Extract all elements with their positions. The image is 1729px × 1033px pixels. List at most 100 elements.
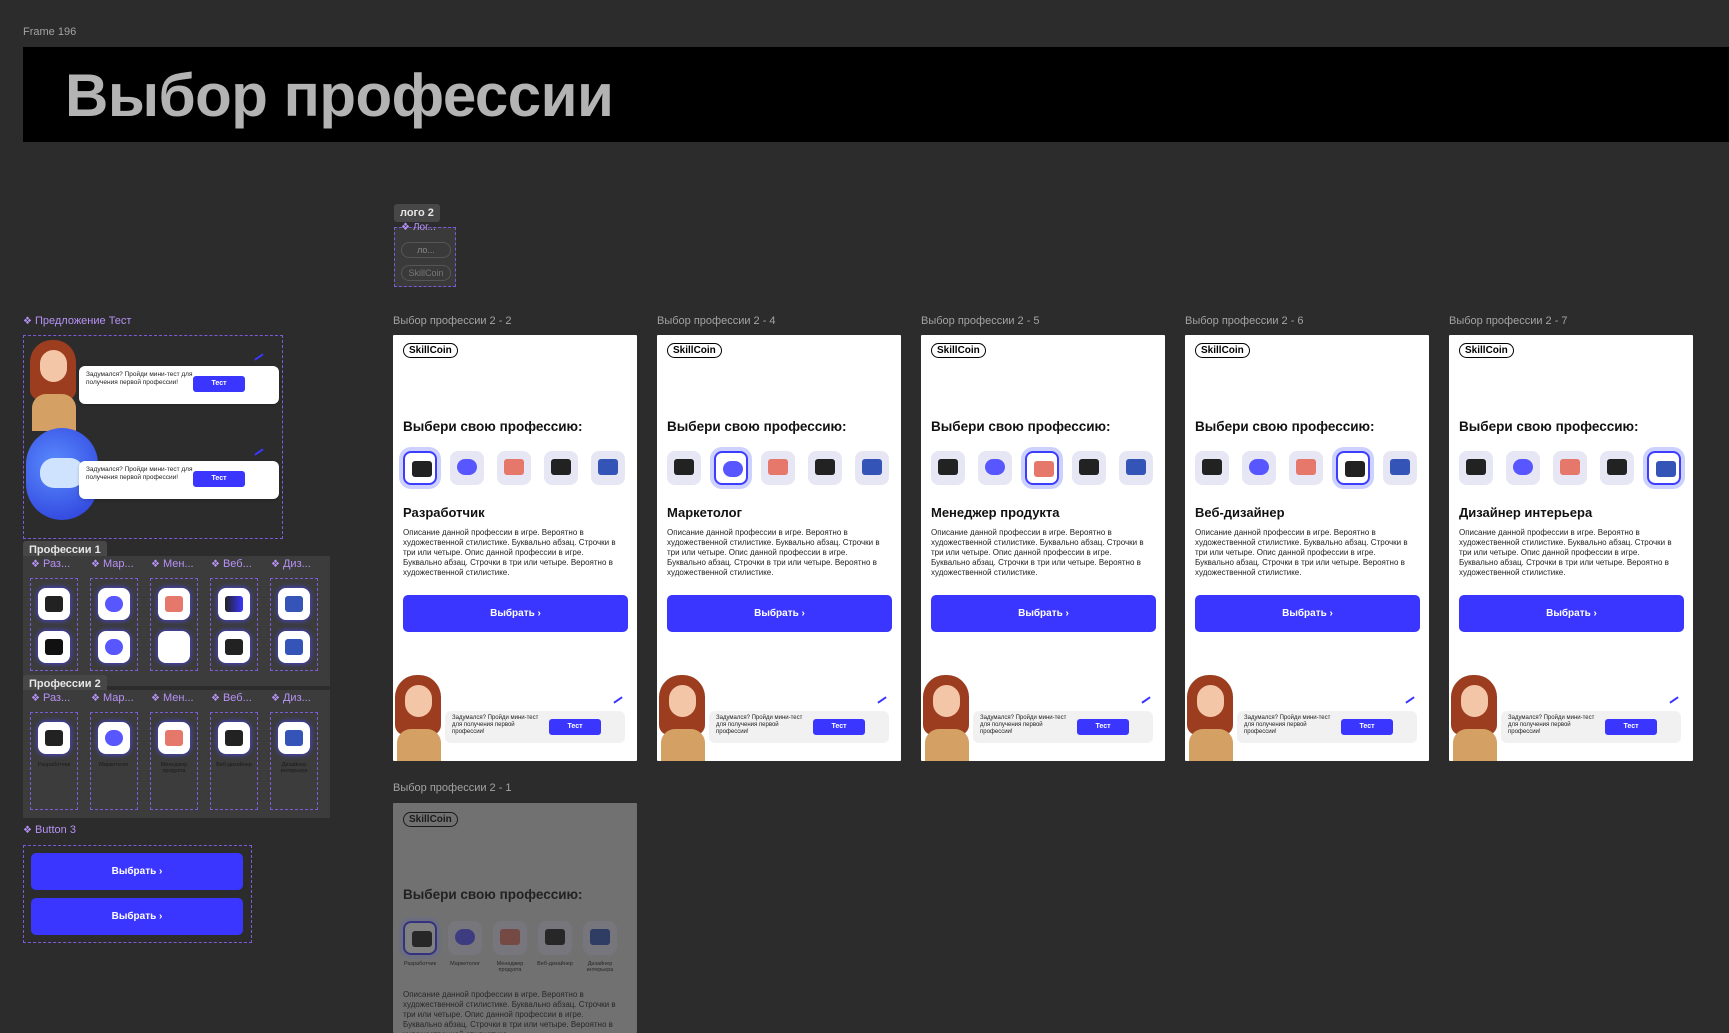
brand-pill: SkillCoin	[667, 343, 722, 358]
faded-screen[interactable]: SkillCoin Выбери свою профессию: Разрабо…	[393, 803, 637, 1033]
profession-screen[interactable]: SkillCoin Выбери свою профессию: Маркетоло…	[657, 335, 901, 761]
logo-variant-3[interactable]: SkillCoin	[401, 265, 451, 281]
laptop-icon[interactable]	[38, 722, 70, 754]
credit-card-icon[interactable]	[1336, 451, 1370, 485]
choose-button[interactable]: Выбрать ›	[31, 898, 243, 935]
professions2-set[interactable]: ❖ Раз... ❖ Мар... ❖ Мен... ❖ Веб... ❖ Диз... …	[23, 690, 330, 818]
test-button[interactable]: Тест	[1605, 719, 1657, 735]
choose-button[interactable]: Выбрать ›	[931, 595, 1156, 632]
chair-icon[interactable]	[591, 451, 625, 485]
variant-label[interactable]: ❖ Раз...	[31, 692, 70, 704]
header-banner[interactable]: Выбор профессии	[23, 47, 1729, 142]
logo-tag[interactable]: лого 2	[394, 204, 440, 222]
megaphone-icon[interactable]	[450, 451, 484, 485]
test-button[interactable]: Тест	[549, 719, 601, 735]
basket-icon[interactable]	[158, 588, 190, 620]
credit-card-icon[interactable]	[1072, 451, 1106, 485]
frame-label[interactable]: Frame 196	[23, 26, 76, 38]
credit-card-icon[interactable]	[1600, 451, 1634, 485]
basket-icon[interactable]	[497, 451, 531, 485]
test-button[interactable]: Тест	[193, 376, 245, 392]
chair-icon[interactable]	[855, 451, 889, 485]
variant-label[interactable]: ❖ Раз...	[31, 558, 70, 570]
laptop-icon[interactable]	[1459, 451, 1493, 485]
profession-screen[interactable]: SkillCoin Выбери свою профессию: Разработч…	[393, 335, 637, 761]
frame-label[interactable]: Выбор профессии 2 - 4	[657, 315, 776, 327]
chair-icon[interactable]	[278, 722, 310, 754]
choose-button[interactable]: Выбрать ›	[1459, 595, 1684, 632]
megaphone-icon[interactable]	[1506, 451, 1540, 485]
choose-button[interactable]: Выбрать ›	[1195, 595, 1420, 632]
frame-label[interactable]: Выбор профессии 2 - 5	[921, 315, 1040, 327]
variant-label[interactable]: ❖ Мар...	[91, 692, 134, 704]
girl-avatar	[921, 671, 973, 761]
chair-icon[interactable]	[583, 921, 617, 955]
frame-label[interactable]: Выбор профессии 2 - 2	[393, 315, 512, 327]
basket-icon[interactable]	[158, 722, 190, 754]
profession-screen[interactable]: SkillCoin Выбери свою профессию: Веб-дизай…	[1185, 335, 1429, 761]
laptop-icon[interactable]	[38, 588, 70, 620]
profession-screen[interactable]: SkillCoin Выбери свою профессию: Менеджер …	[921, 335, 1165, 761]
chair-icon[interactable]	[278, 588, 310, 620]
megaphone-icon[interactable]	[714, 451, 748, 485]
profession-screen[interactable]: SkillCoin Выбери свою профессию: Дизайнер …	[1449, 335, 1693, 761]
credit-card-icon[interactable]	[538, 921, 572, 955]
spark-icon	[1669, 696, 1679, 704]
logo-variant-1[interactable]: ❖ Лог...	[401, 222, 436, 233]
credit-card-icon[interactable]	[218, 588, 250, 620]
credit-card-icon[interactable]	[218, 631, 250, 663]
megaphone-icon[interactable]	[1242, 451, 1276, 485]
choose-button[interactable]: Выбрать ›	[403, 595, 628, 632]
variant-label[interactable]: ❖ Веб...	[211, 692, 252, 704]
variant-label[interactable]: ❖ Диз...	[271, 692, 311, 704]
laptop-icon[interactable]	[667, 451, 701, 485]
megaphone-icon[interactable]	[98, 588, 130, 620]
basket-icon[interactable]	[761, 451, 795, 485]
laptop-icon[interactable]	[38, 631, 70, 663]
credit-card-icon[interactable]	[808, 451, 842, 485]
megaphone-icon[interactable]	[98, 631, 130, 663]
logo-component-set[interactable]: ❖ Лог... ло... SkillCoin	[394, 222, 456, 287]
credit-card-icon[interactable]	[544, 451, 578, 485]
basket-icon[interactable]	[493, 921, 527, 955]
professions1-set[interactable]: ❖ Раз... ❖ Мар... ❖ Мен... ❖ Веб... ❖ Диз...	[23, 556, 330, 686]
megaphone-icon[interactable]	[98, 722, 130, 754]
chair-icon[interactable]	[1647, 451, 1681, 485]
frame-label[interactable]: Выбор профессии 2 - 6	[1185, 315, 1304, 327]
laptop-icon[interactable]	[403, 921, 437, 955]
megaphone-icon[interactable]	[978, 451, 1012, 485]
laptop-icon[interactable]	[1195, 451, 1229, 485]
basket-icon[interactable]	[1025, 451, 1059, 485]
button3-label[interactable]: ❖ Button 3	[23, 824, 76, 836]
frame-label[interactable]: Выбор профессии 2 - 1	[393, 782, 512, 794]
variant-label[interactable]: ❖ Мен...	[151, 558, 194, 570]
basket-icon[interactable]	[158, 631, 190, 663]
megaphone-icon[interactable]	[448, 921, 482, 955]
basket-icon[interactable]	[1553, 451, 1587, 485]
offer-component-label[interactable]: ❖ Предложение Тест	[23, 315, 131, 327]
spark-icon	[254, 448, 264, 456]
brand-pill: SkillCoin	[1195, 343, 1250, 358]
chair-icon[interactable]	[1119, 451, 1153, 485]
basket-icon[interactable]	[1289, 451, 1323, 485]
spark-icon	[877, 696, 887, 704]
credit-card-icon[interactable]	[218, 722, 250, 754]
chair-icon[interactable]	[1383, 451, 1417, 485]
laptop-icon[interactable]	[931, 451, 965, 485]
brand-pill: SkillCoin	[403, 343, 458, 358]
test-button[interactable]: Тест	[1341, 719, 1393, 735]
variant-label[interactable]: ❖ Мен...	[151, 692, 194, 704]
frame-label[interactable]: Выбор профессии 2 - 7	[1449, 315, 1568, 327]
offer-component-set[interactable]: Задумался? Пройди мини-тест для получени…	[23, 335, 283, 539]
laptop-icon[interactable]	[403, 451, 437, 485]
variant-label[interactable]: ❖ Диз...	[271, 558, 311, 570]
test-button[interactable]: Тест	[193, 471, 245, 487]
choose-button[interactable]: Выбрать ›	[667, 595, 892, 632]
logo-variant-2[interactable]: ло...	[401, 242, 451, 258]
variant-label[interactable]: ❖ Веб...	[211, 558, 252, 570]
choose-button[interactable]: Выбрать ›	[31, 853, 243, 890]
variant-label[interactable]: ❖ Мар...	[91, 558, 134, 570]
chair-icon[interactable]	[278, 631, 310, 663]
test-button[interactable]: Тест	[813, 719, 865, 735]
test-button[interactable]: Тест	[1077, 719, 1129, 735]
